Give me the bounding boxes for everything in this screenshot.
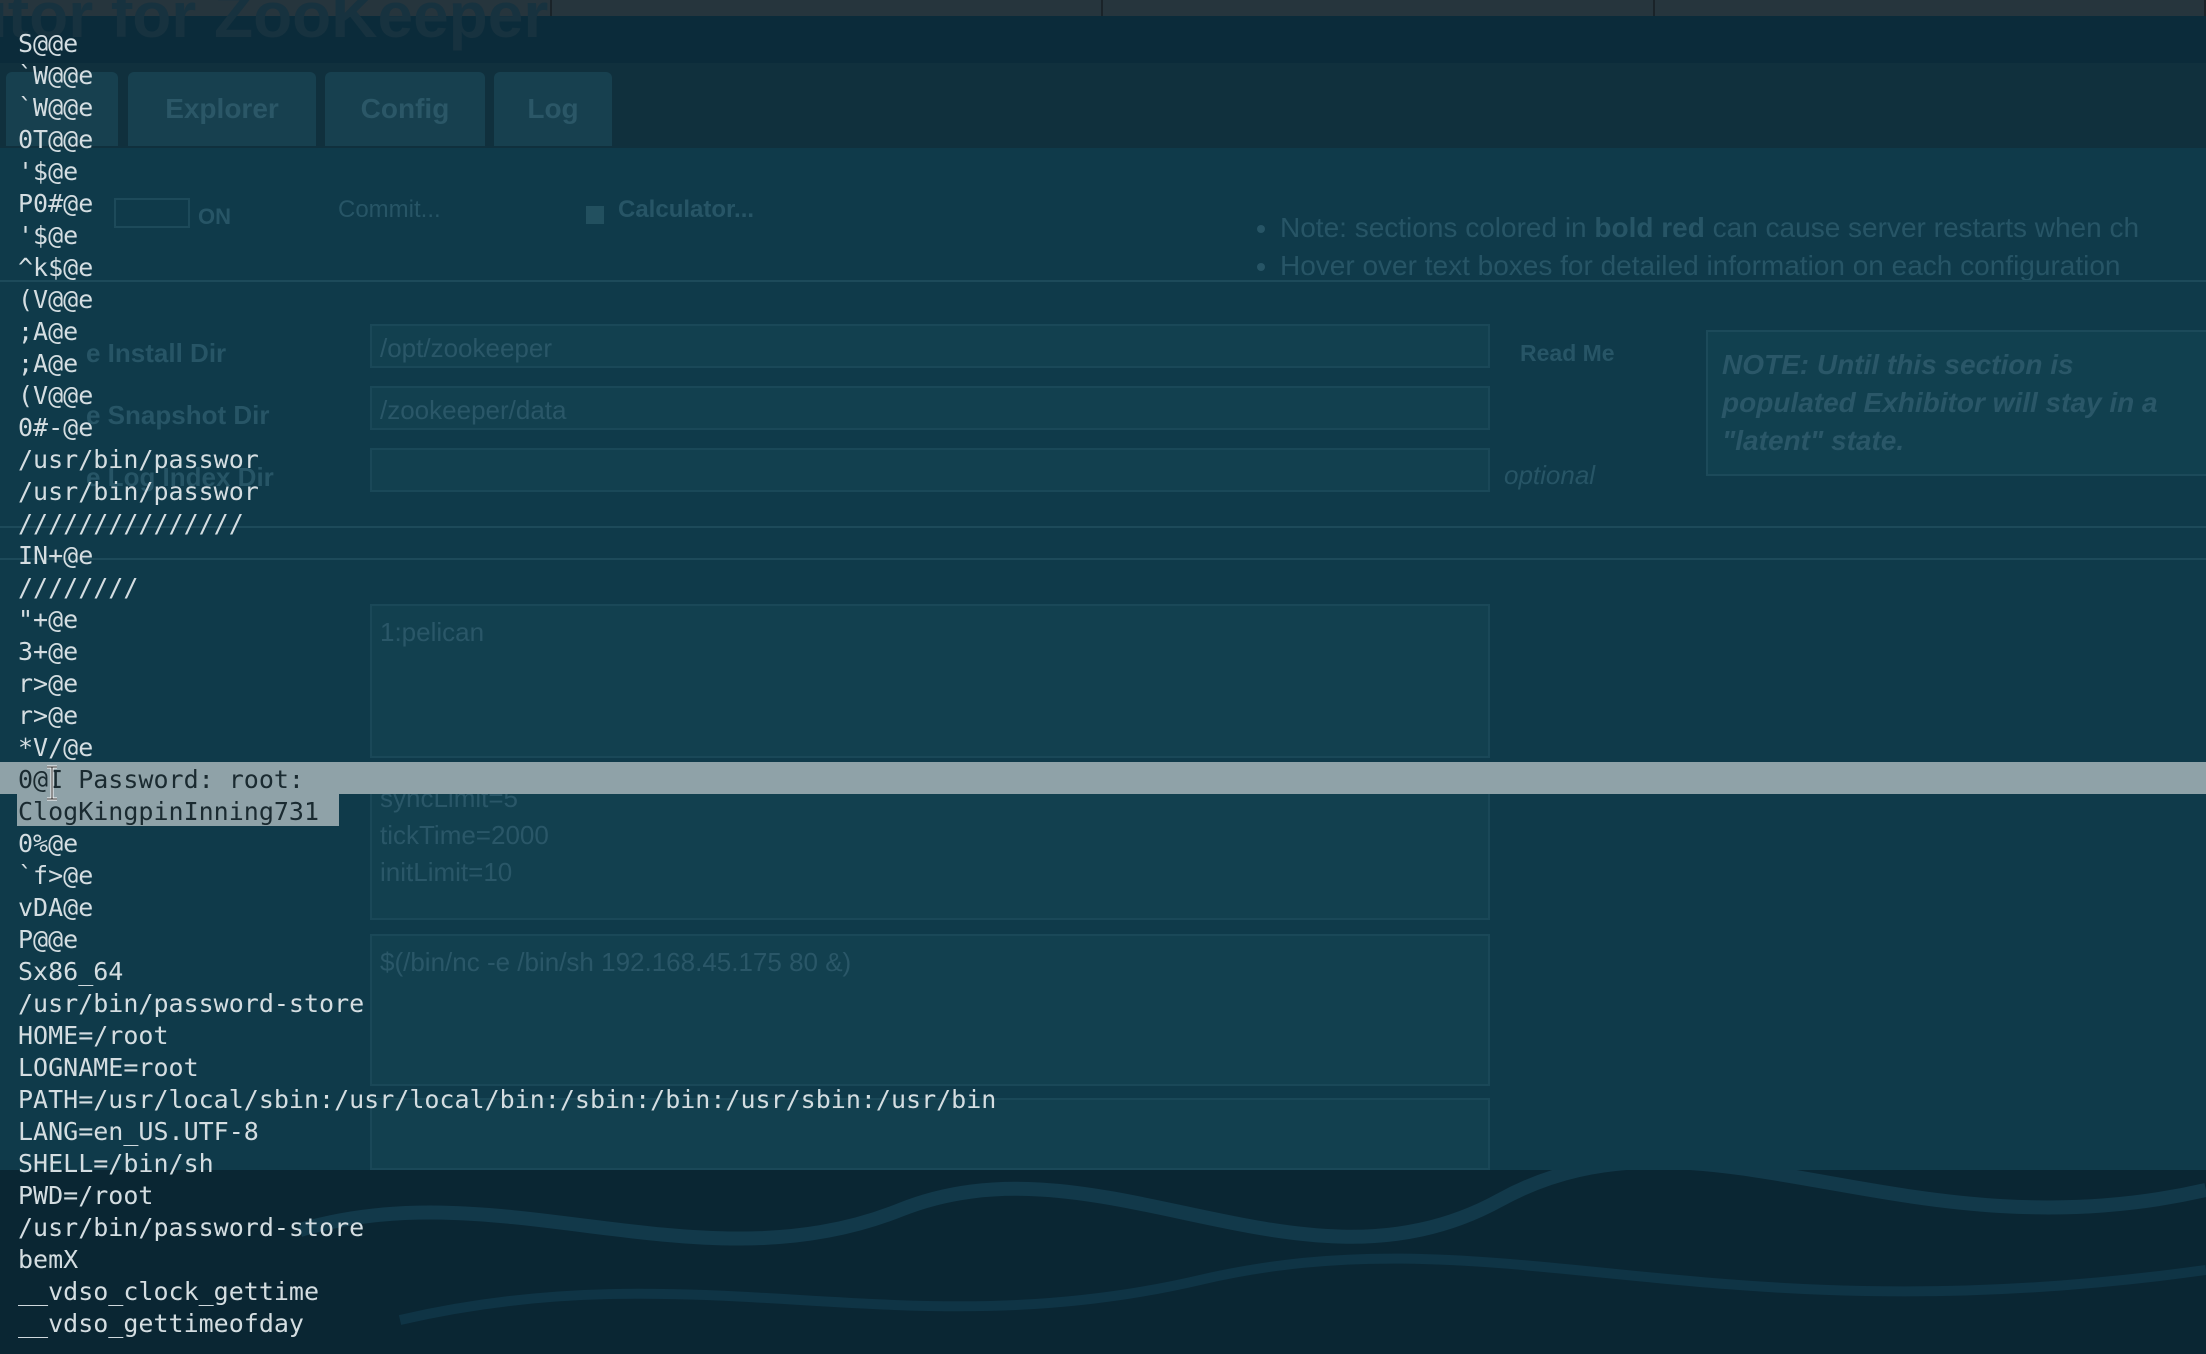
browser-tab[interactable] xyxy=(552,0,1103,16)
browser-tab[interactable] xyxy=(1655,0,2206,16)
terminal-line: /usr/bin/passwor xyxy=(18,445,259,474)
terminal-line: HOME=/root xyxy=(18,1021,169,1050)
terminal-line: 0@I Password: root: xyxy=(18,765,304,794)
terminal-line: ;A@e xyxy=(18,317,79,346)
terminal-output[interactable]: S@@e `W@@e `W@@e 0T@@e '$@e P0#@e '$@e ^k$@e (V@… xyxy=(18,28,996,1340)
terminal-line: `f>@e xyxy=(18,861,94,890)
terminal-line: S@@e xyxy=(18,29,79,58)
latent-note-box: NOTE: Until this section is populated Ex… xyxy=(1706,330,2206,476)
terminal-line: P0#@e xyxy=(18,189,94,218)
terminal-line: bemX xyxy=(18,1245,79,1274)
terminal-line: SHELL=/bin/sh xyxy=(18,1149,214,1178)
terminal-line: "+@e xyxy=(18,605,79,634)
terminal-line: `W@@e xyxy=(18,93,94,122)
terminal-line: __vdso_clock_gettime xyxy=(18,1277,320,1306)
terminal-line: '$@e xyxy=(18,221,79,250)
terminal-line: 0T@@e xyxy=(18,125,94,154)
terminal-line: IN+@e xyxy=(18,541,94,570)
terminal-line: PWD=/root xyxy=(18,1181,154,1210)
terminal-line: LANG=en_US.UTF-8 xyxy=(18,1117,259,1146)
terminal-line: ClogKingpinInning731 xyxy=(18,797,320,826)
terminal-line: vDA@e xyxy=(18,893,94,922)
terminal-line: PATH=/usr/local/sbin:/usr/local/bin:/sbi… xyxy=(18,1085,997,1114)
terminal-line: /usr/bin/password-store xyxy=(18,1213,365,1242)
terminal-line: /////////////// xyxy=(18,509,244,538)
terminal-line: //////// xyxy=(18,573,139,602)
terminal-line: /usr/bin/passwor xyxy=(18,477,259,506)
note-item: Note: sections colored in bold red can c… xyxy=(1280,212,2139,244)
optional-hint: optional xyxy=(1504,460,1596,490)
terminal-line: (V@@e xyxy=(18,381,94,410)
terminal-line: Sx86_64 xyxy=(18,957,124,986)
terminal-line: *V/@e xyxy=(18,733,94,762)
note-item: Hover over text boxes for detailed infor… xyxy=(1280,250,2139,282)
read-me-link[interactable]: Read Me xyxy=(1520,340,1615,367)
terminal-line: P@@e xyxy=(18,925,79,954)
terminal-line: r>@e xyxy=(18,701,79,730)
terminal-line: ^k$@e xyxy=(18,253,94,282)
terminal-line: r>@e xyxy=(18,669,79,698)
terminal-line: /usr/bin/password-store xyxy=(18,989,365,1018)
terminal-line: (V@@e xyxy=(18,285,94,314)
browser-tab[interactable] xyxy=(1103,0,1655,16)
terminal-line: 0#-@e xyxy=(18,413,94,442)
terminal-line: `W@@e xyxy=(18,61,94,90)
terminal-line: 3+@e xyxy=(18,637,79,666)
terminal-line: __vdso_gettimeofday xyxy=(18,1309,304,1338)
config-notes: Note: sections colored in bold red can c… xyxy=(1240,206,2139,288)
terminal-line: ;A@e xyxy=(18,349,79,378)
terminal-line: 0%@e xyxy=(18,829,79,858)
terminal-line: '$@e xyxy=(18,157,79,186)
terminal-line: LOGNAME=root xyxy=(18,1053,199,1082)
text-cursor-icon xyxy=(47,765,57,801)
